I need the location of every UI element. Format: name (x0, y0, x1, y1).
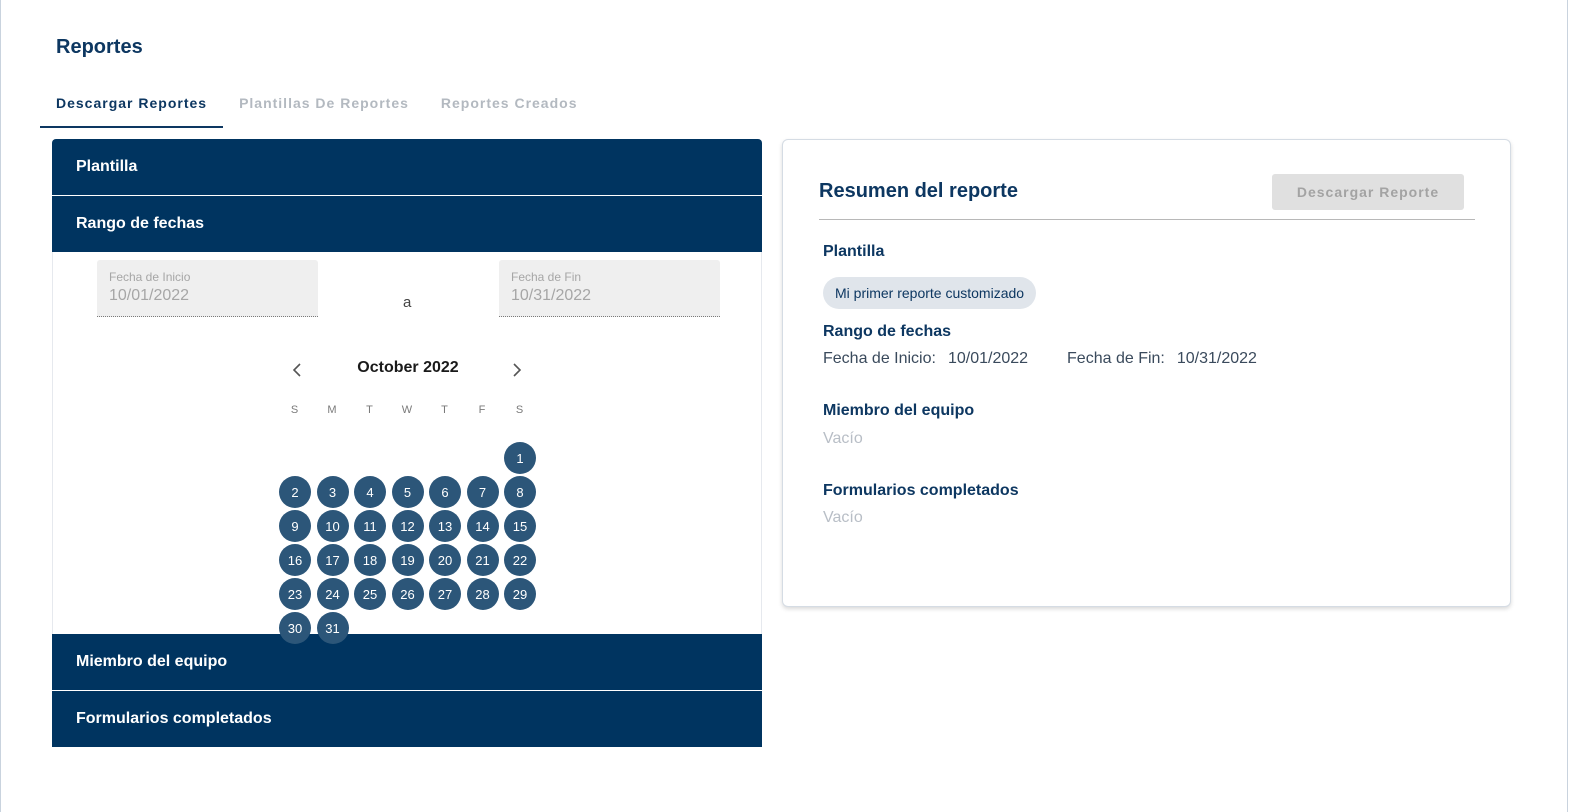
previous-month-button[interactable] (285, 358, 309, 382)
tab-descargar-reportes[interactable]: Descargar Reportes (40, 88, 224, 128)
calendar-day[interactable]: 24 (316, 578, 349, 610)
calendar-day[interactable]: 18 (354, 544, 386, 576)
page-title: Reportes (56, 36, 143, 58)
accordion-header-date-range[interactable]: Rango de fechas (52, 196, 762, 252)
calendar-day[interactable]: 17 (316, 544, 349, 576)
summary-template-label: Plantilla (823, 243, 885, 260)
summary-team-member-value: Vacío (823, 430, 863, 447)
calendar-day[interactable]: 20 (429, 544, 461, 576)
weekday-header: T (441, 404, 449, 416)
calendar-day[interactable]: 6 (429, 476, 461, 508)
tab-bar: Descargar Reportes Plantillas De Reporte… (40, 88, 593, 128)
calendar-day[interactable]: 28 (466, 578, 499, 610)
calendar-day[interactable]: 15 (504, 510, 536, 542)
weekday-header: T (366, 404, 374, 416)
accordion-header-label: Rango de fechas (76, 215, 205, 232)
summary-title: Resumen del reporte (819, 180, 1018, 202)
end-date-label: Fecha de Fin (511, 270, 582, 284)
report-filters-accordion: Plantilla Rango de fechas Fecha de Inici… (52, 139, 762, 747)
tab-reportes-creados[interactable]: Reportes Creados (425, 88, 594, 128)
weekday-header: M (327, 404, 338, 416)
summary-date-range-label: Rango de fechas (823, 323, 952, 340)
calendar-day[interactable]: 3 (316, 476, 349, 508)
calendar-day[interactable]: 19 (391, 544, 424, 576)
calendar-day[interactable]: 10 (316, 510, 349, 542)
accordion-header-completed-forms[interactable]: Formularios completados (52, 691, 762, 747)
calendar-day[interactable]: 5 (391, 476, 424, 508)
end-date-field[interactable]: Fecha de Fin 10/31/2022 (499, 260, 720, 317)
accordion-header-label: Formularios completados (76, 710, 272, 727)
calendar-day[interactable]: 21 (466, 544, 499, 576)
calendar-day[interactable]: 4 (354, 476, 386, 508)
chevron-left-icon (292, 363, 301, 377)
calendar-day[interactable]: 7 (466, 476, 499, 508)
calendar-day[interactable]: 8 (504, 476, 536, 508)
calendar-day[interactable]: 22 (504, 544, 536, 576)
end-date-value: 10/31/2022 (511, 287, 592, 304)
calendar-day[interactable]: 29 (504, 578, 536, 610)
calendar-day[interactable]: 14 (466, 510, 499, 542)
summary-start-label: Fecha de Inicio: (823, 350, 936, 367)
summary-divider (819, 219, 1475, 220)
calendar-month-label: October 2022 (357, 359, 459, 376)
calendar-day[interactable]: 16 (279, 544, 311, 576)
calendar-day[interactable]: 2 (279, 476, 311, 508)
start-date-value: 10/01/2022 (109, 287, 190, 304)
accordion-header-label: Plantilla (76, 158, 138, 175)
date-range-separator: a (403, 294, 412, 311)
report-summary-card: Resumen del reporte Descargar Reporte Pl… (782, 139, 1511, 607)
calendar-day[interactable]: 9 (279, 510, 311, 542)
date-range-panel: Fecha de Inicio 10/01/2022 a Fecha de Fi… (52, 252, 762, 644)
accordion-header-label: Miembro del equipo (76, 653, 228, 670)
calendar-day[interactable]: 12 (391, 510, 424, 542)
calendar-day[interactable]: 13 (429, 510, 461, 542)
next-month-button[interactable] (505, 358, 529, 382)
summary-end-label: Fecha de Fin: (1067, 350, 1165, 367)
summary-forms-value: Vacío (823, 509, 863, 526)
calendar-day[interactable]: 11 (354, 510, 386, 542)
template-chip: Mi primer reporte customizado (823, 277, 1037, 309)
download-report-button[interactable]: Descargar Reporte (1272, 174, 1464, 210)
calendar-day[interactable]: 27 (429, 578, 461, 610)
summary-end-value: 10/31/2022 (1176, 350, 1257, 367)
weekday-header: F (478, 404, 487, 416)
start-date-field[interactable]: Fecha de Inicio 10/01/2022 (97, 260, 318, 317)
calendar-day[interactable]: 1 (504, 442, 536, 474)
weekday-header: S (515, 404, 525, 416)
start-date-label: Fecha de Inicio (109, 270, 191, 284)
summary-start-value: 10/01/2022 (947, 350, 1029, 367)
calendar-day[interactable]: 25 (354, 578, 386, 610)
calendar-day[interactable]: 30 (279, 612, 311, 644)
calendar-day[interactable]: 26 (391, 578, 424, 610)
tab-plantillas-de-reportes[interactable]: Plantillas De Reportes (223, 88, 425, 128)
calendar-day[interactable]: 31 (316, 612, 349, 644)
calendar-day[interactable]: 23 (279, 578, 311, 610)
accordion-header-team-member[interactable]: Miembro del equipo (52, 634, 762, 690)
accordion-header-template[interactable]: Plantilla (52, 139, 762, 195)
chevron-right-icon (513, 363, 522, 377)
summary-team-member-label: Miembro del equipo (823, 402, 975, 419)
summary-date-range: Fecha de Inicio: 10/01/2022 Fecha de Fin… (823, 350, 1257, 368)
summary-forms-label: Formularios completados (823, 482, 1019, 499)
weekday-header: W (401, 404, 414, 416)
weekday-header: S (290, 404, 300, 416)
